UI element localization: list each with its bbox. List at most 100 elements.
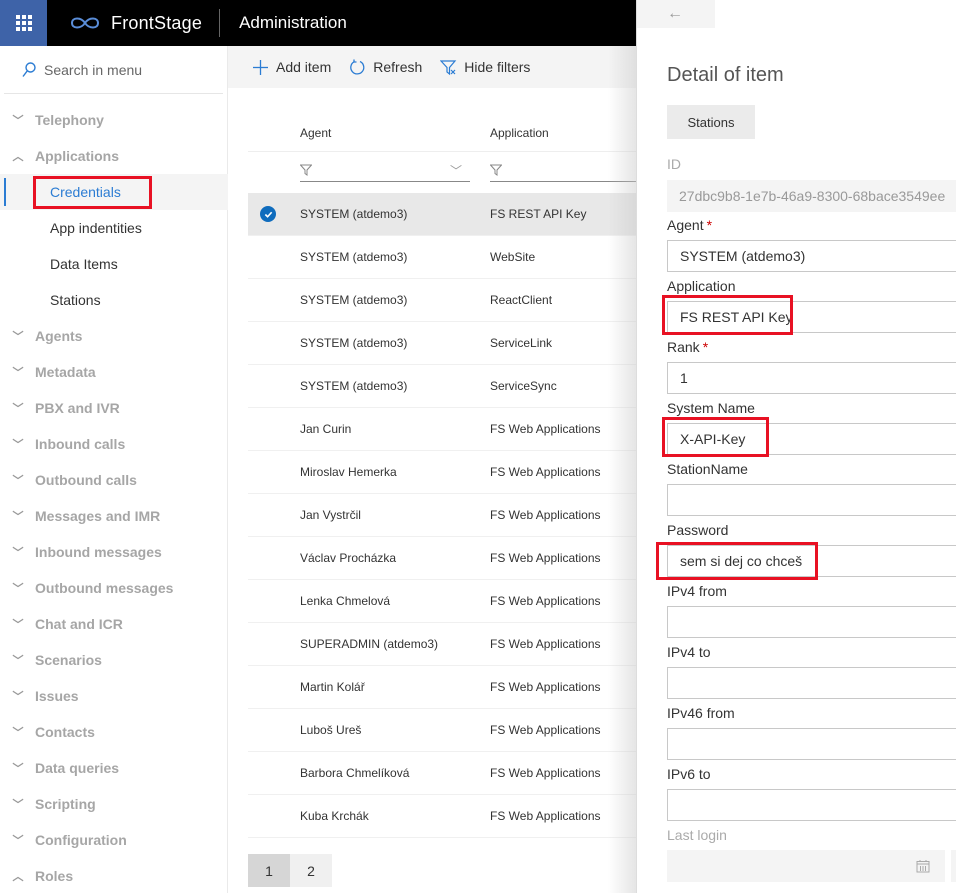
logo[interactable]: FrontStage: [67, 13, 202, 34]
refresh-button[interactable]: Refresh: [349, 59, 422, 76]
table-row[interactable]: SYSTEM (atdemo3) ServiceSync: [248, 365, 638, 408]
table-row[interactable]: SUPERADMIN (atdemo3) FS Web Applications: [248, 623, 638, 666]
credentials-grid: Agent Application ﹀ SYSTEM (atdemo3) FS R…: [248, 88, 640, 838]
ipv4-from-field[interactable]: [667, 606, 956, 638]
cell-agent: Luboš Ureš: [300, 723, 362, 737]
sidebar-item-stations[interactable]: Stations: [0, 282, 228, 318]
infinity-logo-icon: [70, 17, 100, 29]
filter-icon: [490, 164, 502, 176]
table-row[interactable]: Kuba Krchák FS Web Applications: [248, 795, 638, 838]
chevron-down-icon: ﹀: [12, 619, 24, 631]
cell-application: FS Web Applications: [490, 637, 601, 651]
cell-agent: SYSTEM (atdemo3): [300, 379, 408, 393]
sidebar-item-data-queries[interactable]: ﹀ Data queries: [0, 750, 228, 786]
sidebar-item-scenarios[interactable]: ﹀ Scenarios: [0, 642, 228, 678]
table-row[interactable]: Martin Kolář FS Web Applications: [248, 666, 638, 709]
calendar-icon: [916, 860, 930, 873]
station-name-field[interactable]: [667, 484, 956, 516]
system-name-field[interactable]: X-API-Key: [667, 423, 956, 455]
chevron-down-icon: ﹀: [12, 583, 24, 595]
station-name-label: StationName: [667, 461, 748, 477]
column-header-application[interactable]: Application: [490, 126, 549, 140]
cell-application: FS Web Applications: [490, 551, 601, 565]
search-placeholder: Search in menu: [44, 61, 143, 78]
page-button-2[interactable]: 2: [290, 854, 332, 887]
filter-row: ﹀: [248, 151, 640, 183]
hide-filters-button[interactable]: Hide filters: [440, 59, 530, 76]
sidebar-item-outbound-calls[interactable]: ﹀ Outbound calls: [0, 462, 228, 498]
page-button-1[interactable]: 1: [248, 854, 290, 887]
back-button[interactable]: ←: [637, 0, 715, 28]
last-login-label: Last login: [667, 827, 727, 843]
sidebar-item-contacts[interactable]: ﹀ Contacts: [0, 714, 228, 750]
agent-field[interactable]: SYSTEM (atdemo3): [667, 240, 956, 272]
app-launcher-button[interactable]: [0, 0, 47, 46]
table-row[interactable]: Václav Procházka FS Web Applications: [248, 537, 638, 580]
sidebar-item-metadata[interactable]: ﹀ Metadata: [0, 354, 228, 390]
sidebar-item-issues[interactable]: ﹀ Issues: [0, 678, 228, 714]
add-item-button[interactable]: Add item: [252, 59, 331, 76]
sidebar-item-telephony[interactable]: ﹀ Telephony: [0, 102, 228, 138]
table-row[interactable]: Lenka Chmelová FS Web Applications: [248, 580, 638, 623]
column-header-agent[interactable]: Agent: [300, 126, 331, 140]
sidebar-item-scripting[interactable]: ﹀ Scripting: [0, 786, 228, 822]
application-field[interactable]: FS REST API Key: [667, 301, 956, 333]
table-row[interactable]: SYSTEM (atdemo3) ServiceLink: [248, 322, 638, 365]
ipv6-to-field[interactable]: [667, 789, 956, 821]
sidebar-item-configuration[interactable]: ﹀ Configuration: [0, 822, 228, 858]
ipv4-to-field[interactable]: [667, 667, 956, 699]
chevron-up-icon: ︿: [12, 871, 24, 883]
cell-application: ServiceSync: [490, 379, 557, 393]
rank-label: Rank *: [667, 339, 709, 355]
sidebar-item-outbound-messages[interactable]: ﹀ Outbound messages: [0, 570, 228, 606]
sidebar-item-messages-imr[interactable]: ﹀ Messages and IMR: [0, 498, 228, 534]
cell-application: ReactClient: [490, 293, 553, 307]
rank-field[interactable]: 1: [667, 362, 956, 394]
cell-application: FS Web Applications: [490, 594, 601, 608]
cell-agent: SYSTEM (atdemo3): [300, 207, 408, 221]
cell-agent: Barbora Chmelíková: [300, 766, 410, 780]
sidebar-item-pbx-ivr[interactable]: ﹀ PBX and IVR: [0, 390, 228, 426]
menu-search-input[interactable]: Search in menu: [4, 46, 223, 94]
cell-application: FS Web Applications: [490, 723, 601, 737]
table-row[interactable]: Jan Vystrčil FS Web Applications: [248, 494, 638, 537]
cell-application: FS Web Applications: [490, 465, 601, 479]
row-selected-check-icon[interactable]: [260, 206, 276, 222]
sidebar-item-chat-icr[interactable]: ﹀ Chat and ICR: [0, 606, 228, 642]
table-row[interactable]: Jan Curin FS Web Applications: [248, 408, 638, 451]
table-row[interactable]: Luboš Ureš FS Web Applications: [248, 709, 638, 752]
chevron-down-icon: ﹀: [12, 727, 24, 739]
ipv4-from-label: IPv4 from: [667, 583, 727, 599]
sidebar-item-inbound-calls[interactable]: ﹀ Inbound calls: [0, 426, 228, 462]
chevron-up-icon: ︿: [12, 151, 24, 163]
table-row[interactable]: Miroslav Hemerka FS Web Applications: [248, 451, 638, 494]
sidebar-item-roles[interactable]: ︿ Roles: [0, 858, 228, 893]
sidebar-item-inbound-messages[interactable]: ﹀ Inbound messages: [0, 534, 228, 570]
chevron-down-icon: ﹀: [12, 511, 24, 523]
sidebar-item-applications[interactable]: ︿ Applications: [0, 138, 228, 174]
grid-rows: SYSTEM (atdemo3) FS REST API Key SYSTEM (a…: [248, 193, 638, 838]
password-field[interactable]: sem si dej co chceš: [667, 545, 956, 577]
chevron-down-icon: ﹀: [12, 763, 24, 775]
table-row[interactable]: SYSTEM (atdemo3) ReactClient: [248, 279, 638, 322]
table-row[interactable]: SYSTEM (atdemo3) WebSite: [248, 236, 638, 279]
sidebar-item-agents[interactable]: ﹀ Agents: [0, 318, 228, 354]
ipv46-from-field[interactable]: [667, 728, 956, 760]
sidebar-item-app-indentities[interactable]: App indentities: [0, 210, 228, 246]
cell-application: WebSite: [490, 250, 536, 264]
stations-button[interactable]: Stations: [667, 105, 755, 139]
id-label: ID: [667, 156, 681, 172]
sidebar-item-credentials[interactable]: Credentials: [0, 174, 228, 210]
chevron-down-icon: ﹀: [12, 835, 24, 847]
chevron-down-icon: ﹀: [12, 547, 24, 559]
agent-filter-dropdown[interactable]: ﹀: [300, 158, 470, 182]
last-login-time-field: [951, 850, 956, 882]
sidebar-item-data-items[interactable]: Data Items: [0, 246, 228, 282]
cell-agent: Jan Curin: [300, 422, 352, 436]
sidebar-nav: ﹀ Telephony ︿ Applications Credentials App…: [0, 102, 228, 893]
pagination: 1 2: [248, 854, 332, 887]
table-row[interactable]: SYSTEM (atdemo3) FS REST API Key: [248, 193, 638, 236]
ipv6-to-label: IPv6 to: [667, 766, 711, 782]
table-row[interactable]: Barbora Chmelíková FS Web Applications: [248, 752, 638, 795]
cell-agent: SUPERADMIN (atdemo3): [300, 637, 439, 651]
